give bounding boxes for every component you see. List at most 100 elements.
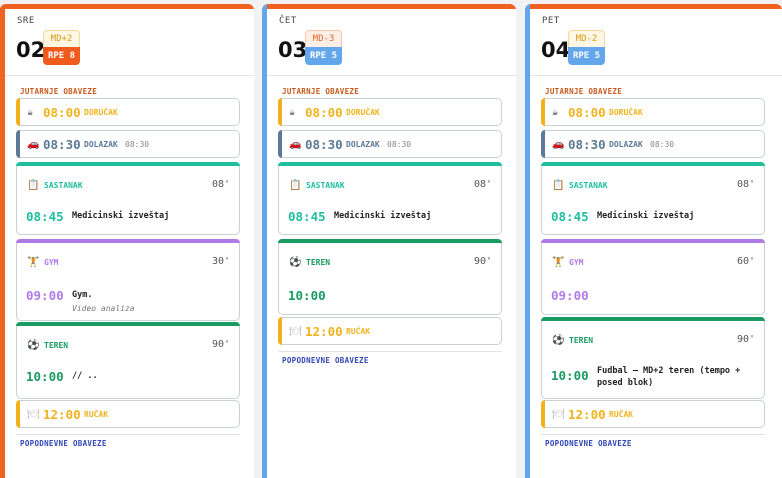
field-card[interactable]: ⚽ TEREN 90' 10:00 Fudbal – MD+2 teren (t… xyxy=(541,317,765,399)
event-label: RUČAK xyxy=(84,410,109,419)
event-duration: 90' xyxy=(211,339,230,350)
arrival-card[interactable]: 🚗 08:30 DOLAZAK 08:30 xyxy=(278,130,502,158)
event-duration: 30' xyxy=(211,256,230,267)
day-accent-bar xyxy=(0,4,254,9)
header-divider xyxy=(5,75,254,76)
event-label: DORUČAK xyxy=(346,108,380,117)
day-number: 02 xyxy=(16,38,46,62)
event-title: // .. xyxy=(72,371,98,381)
day-name: ČET xyxy=(279,16,297,26)
event-time: 08:45 xyxy=(288,209,326,224)
event-time: 08:00 xyxy=(568,105,606,120)
event-title: Medicinski izveštaj xyxy=(597,211,695,221)
dumbbell-icon: 🏋 xyxy=(27,257,40,268)
event-category: SASTANAK xyxy=(306,181,345,190)
header-divider xyxy=(530,75,782,76)
field-card[interactable]: ⚽ TEREN 90' 10:00 // .. xyxy=(16,322,240,399)
event-category: SASTANAK xyxy=(569,181,608,190)
event-time: 08:45 xyxy=(26,209,64,224)
section-divider xyxy=(16,434,240,435)
meeting-card[interactable]: 📋 SASTANAK 08' 08:45 Medicinski izveštaj xyxy=(278,162,502,235)
event-duration: 08' xyxy=(211,179,230,190)
event-time: 10:00 xyxy=(551,368,589,383)
event-time: 08:00 xyxy=(43,105,81,120)
event-subtime: 08:30 xyxy=(650,140,675,149)
gym-card[interactable]: 🏋 GYM 30' 09:00 Gym. Video analiza xyxy=(16,239,240,321)
event-label: DOLAZAK xyxy=(609,140,643,149)
arrival-card[interactable]: 🚗 08:30 DOLAZAK 08:30 xyxy=(541,130,765,158)
day-accent-bar xyxy=(262,4,516,9)
event-category: TEREN xyxy=(306,258,331,267)
breakfast-card[interactable]: ☕ 08:00 DORUČAK xyxy=(16,98,240,126)
event-label: DOLAZAK xyxy=(84,140,118,149)
event-time: 12:00 xyxy=(43,407,81,422)
card-stripe xyxy=(278,162,502,166)
card-stripe xyxy=(16,239,240,243)
card-stripe xyxy=(541,130,545,158)
clipboard-icon: 📋 xyxy=(552,180,565,191)
card-stripe xyxy=(541,162,765,166)
event-title: Medicinski izveštaj xyxy=(72,211,170,221)
card-stripe xyxy=(16,162,240,166)
event-time: 10:00 xyxy=(26,369,64,384)
week-board: SRE 02 MD+2 RPE 8 JUTARNJE OBAVEZE ☕ 08:… xyxy=(0,0,782,478)
morning-section-title: JUTARNJE OBAVEZE xyxy=(282,87,360,96)
event-category: SASTANAK xyxy=(44,181,83,190)
card-stripe xyxy=(541,400,545,428)
gym-card[interactable]: 🏋 GYM 60' 09:00 xyxy=(541,239,765,315)
coffee-icon: ☕ xyxy=(289,107,296,118)
car-icon: 🚗 xyxy=(27,139,40,150)
card-stripe xyxy=(16,400,20,428)
day-column-thu: ČET 03 MD-3 RPE 5 JUTARNJE OBAVEZE ☕ 08:… xyxy=(262,4,516,478)
card-stripe xyxy=(16,322,240,326)
card-stripe xyxy=(541,239,765,243)
day-name: PET xyxy=(542,16,560,26)
md-badge: MD+2 xyxy=(43,30,80,47)
card-stripe xyxy=(278,130,282,158)
event-subtime: 08:30 xyxy=(125,140,150,149)
event-time: 08:30 xyxy=(305,137,343,152)
car-icon: 🚗 xyxy=(552,139,565,150)
day-number: 03 xyxy=(278,38,308,62)
afternoon-section-title: POPODNEVNE OBAVEZE xyxy=(20,439,107,448)
field-card[interactable]: ⚽ TEREN 90' 10:00 xyxy=(278,239,502,315)
event-duration: 08' xyxy=(736,179,755,190)
rpe-badge: RPE 5 xyxy=(305,47,342,65)
day-column-wed: SRE 02 MD+2 RPE 8 JUTARNJE OBAVEZE ☕ 08:… xyxy=(0,4,254,478)
lunch-card[interactable]: 🍽 12:00 RUČAK xyxy=(541,400,765,428)
morning-section-title: JUTARNJE OBAVEZE xyxy=(20,87,98,96)
card-stripe xyxy=(16,130,20,158)
rpe-badge: RPE 8 xyxy=(43,47,80,65)
section-divider xyxy=(278,351,502,352)
event-label: DORUČAK xyxy=(609,108,643,117)
arrival-card[interactable]: 🚗 08:30 DOLAZAK 08:30 xyxy=(16,130,240,158)
coffee-icon: ☕ xyxy=(27,107,34,118)
card-stripe xyxy=(278,98,282,126)
event-title: Medicinski izveštaj xyxy=(334,211,432,221)
lunch-card[interactable]: 🍽 12:00 RUČAK xyxy=(278,317,502,345)
day-number: 04 xyxy=(541,38,571,62)
event-time: 12:00 xyxy=(305,324,343,339)
coffee-icon: ☕ xyxy=(552,107,559,118)
md-badge: MD-2 xyxy=(568,30,605,47)
clipboard-icon: 📋 xyxy=(289,180,302,191)
card-stripe xyxy=(278,317,282,345)
plate-icon: 🍽 xyxy=(289,326,302,337)
breakfast-card[interactable]: ☕ 08:00 DORUČAK xyxy=(541,98,765,126)
breakfast-card[interactable]: ☕ 08:00 DORUČAK xyxy=(278,98,502,126)
plate-icon: 🍽 xyxy=(552,409,565,420)
event-title-line2: posed blok) xyxy=(597,378,654,388)
plate-icon: 🍽 xyxy=(27,409,40,420)
car-icon: 🚗 xyxy=(289,139,302,150)
md-badge: MD-3 xyxy=(305,30,342,47)
meeting-card[interactable]: 📋 SASTANAK 08' 08:45 Medicinski izveštaj xyxy=(16,162,240,235)
event-time: 08:30 xyxy=(568,137,606,152)
event-subtime: 08:30 xyxy=(387,140,412,149)
card-stripe xyxy=(541,98,545,126)
event-time: 08:30 xyxy=(43,137,81,152)
event-category: GYM xyxy=(569,258,584,267)
meeting-card[interactable]: 📋 SASTANAK 08' 08:45 Medicinski izveštaj xyxy=(541,162,765,235)
day-name: SRE xyxy=(17,16,35,26)
section-divider xyxy=(541,434,765,435)
lunch-card[interactable]: 🍽 12:00 RUČAK xyxy=(16,400,240,428)
